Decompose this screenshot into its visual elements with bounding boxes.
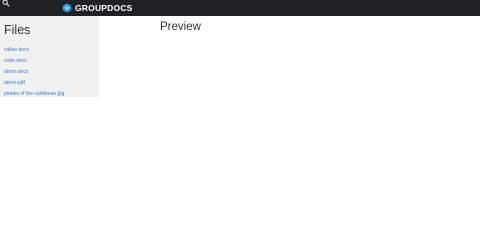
file-list-item: demo.docx bbox=[4, 63, 64, 75]
file-list-item: code.docx bbox=[4, 52, 64, 64]
file-list-item: callee.docx bbox=[4, 41, 64, 53]
brand-name: GROUPDOCS bbox=[75, 3, 133, 13]
preview-heading: Preview bbox=[160, 21, 201, 33]
top-bar: GROUPDOCS bbox=[0, 0, 480, 16]
file-list-item: pirates of the caribbean.jpg bbox=[4, 85, 64, 97]
groupdocs-logo[interactable]: GROUPDOCS bbox=[62, 2, 133, 14]
search-icon[interactable] bbox=[2, 0, 10, 7]
groupdocs-logo-icon bbox=[62, 3, 72, 13]
files-heading: Files bbox=[4, 23, 31, 37]
files-sidebar: Files callee.docx code.docx demo.docx de… bbox=[0, 16, 99, 97]
file-list-item: demo.pdf bbox=[4, 74, 64, 86]
file-link-pirates-jpg[interactable]: pirates of the caribbean.jpg bbox=[4, 91, 64, 97]
file-list: callee.docx code.docx demo.docx demo.pdf… bbox=[4, 41, 64, 97]
